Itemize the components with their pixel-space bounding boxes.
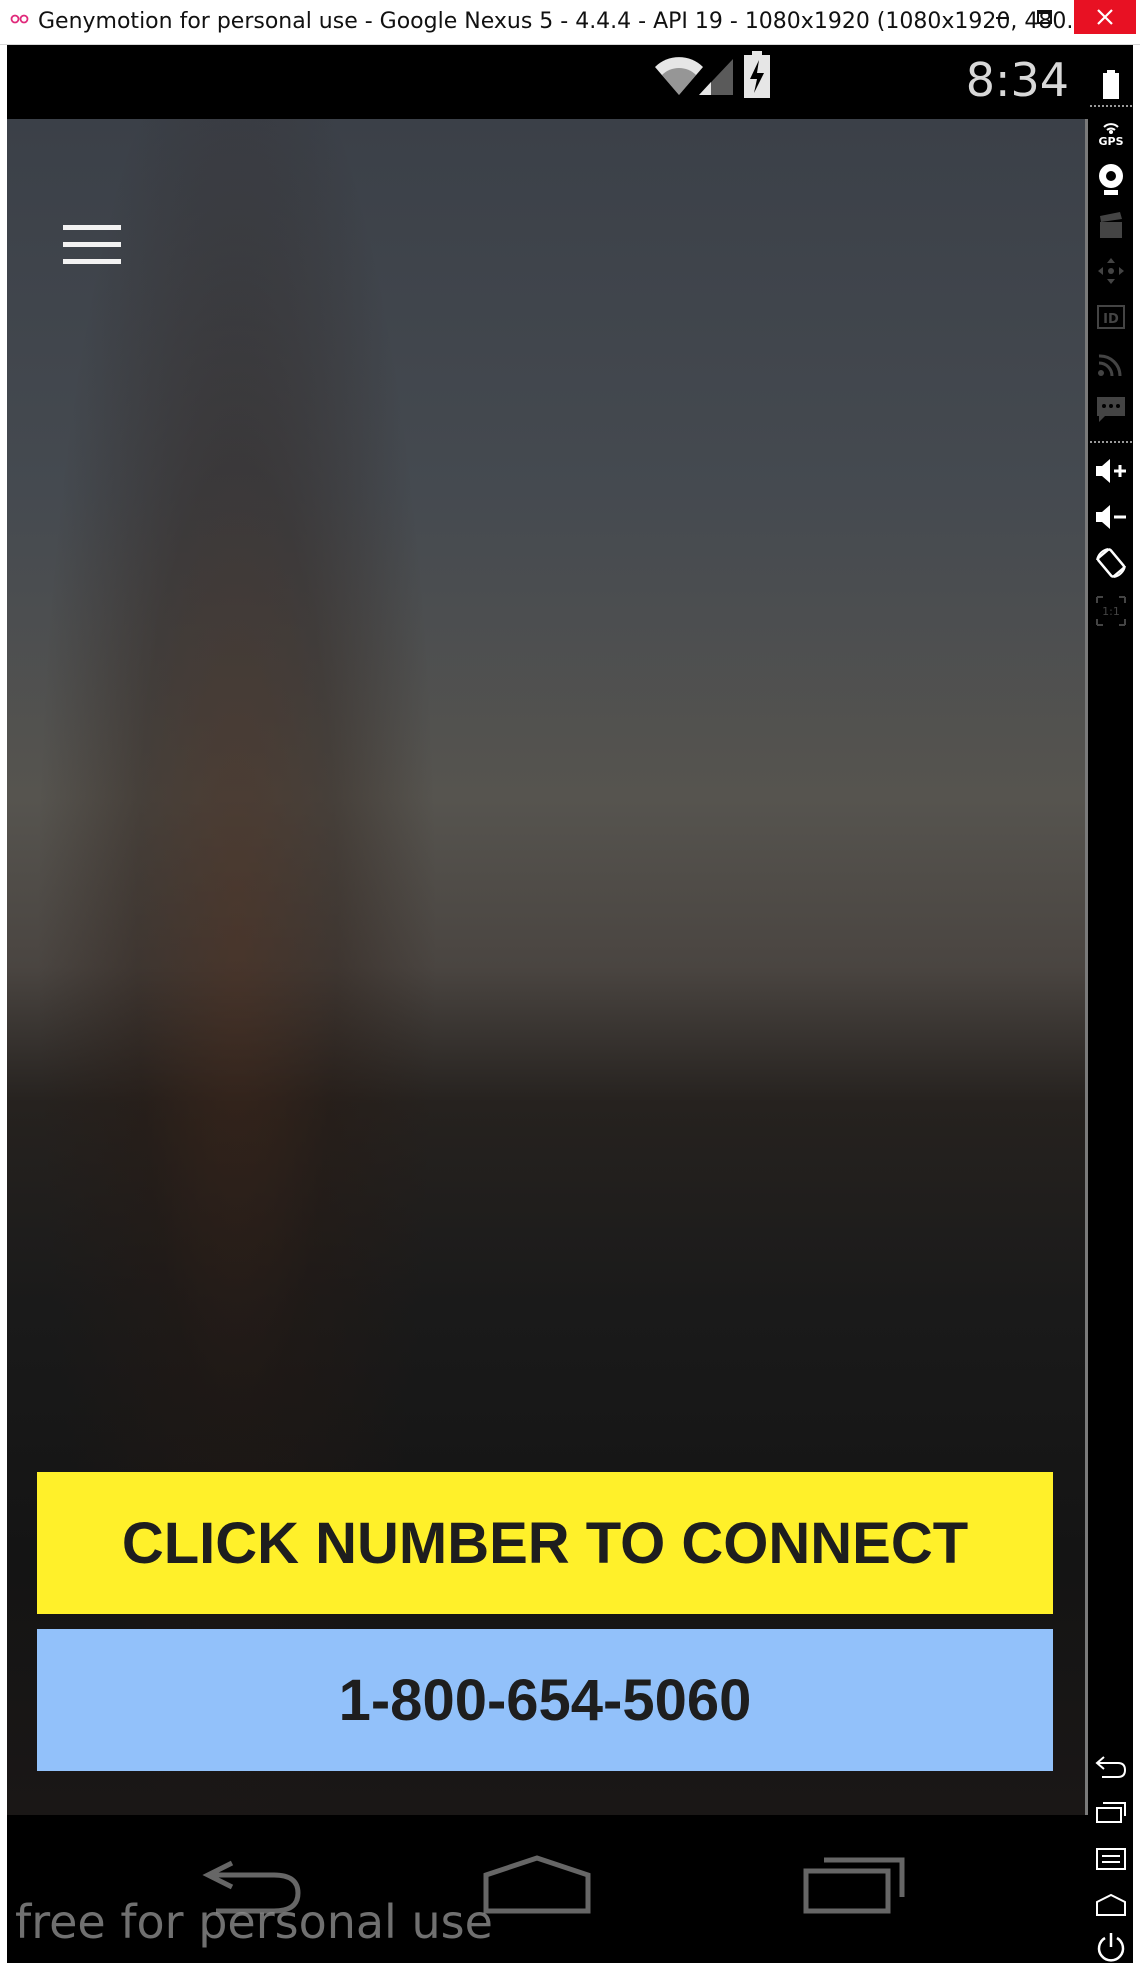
remote-control-widget-button[interactable] [1088,249,1133,293]
battery-charging-icon [744,51,770,98]
minimize-icon [996,17,1009,19]
genymotion-logo-icon [10,14,29,24]
pixel-perfect-icon: 1:1 [1095,596,1126,626]
sms-icon [1096,397,1125,422]
cta-banner: CLICK NUMBER TO CONNECT [37,1472,1053,1614]
rotate-icon [1095,548,1126,578]
volume-up-button[interactable] [1088,449,1133,493]
recent-apps-icon [803,1857,905,1914]
screencast-widget-button[interactable] [1088,203,1133,247]
emulator-side-toolbar: GPS ID 1:1 [1088,45,1133,1963]
power-button[interactable] [1088,1925,1133,1969]
gps-icon: GPS [1098,123,1123,147]
close-icon [1097,9,1113,25]
webcam-icon [1098,164,1123,195]
close-button[interactable] [1074,0,1136,34]
watermark: free for personal use [15,1895,493,1949]
side-recents-button[interactable] [1088,1791,1133,1835]
nav-recents-button[interactable] [757,1815,937,1963]
toolbar-separator [1090,441,1132,443]
volume-down-button[interactable] [1088,495,1133,539]
signal-icon [699,59,733,95]
maximize-button[interactable] [1024,0,1066,34]
network-widget-button[interactable] [1088,341,1133,385]
network-icon [1097,354,1122,377]
back-icon [1094,1756,1126,1778]
android-status-bar: 8:34 [7,45,1085,119]
power-icon [1097,1933,1124,1962]
pixel-perfect-label: 1:1 [1102,605,1120,618]
minimize-button[interactable] [982,0,1024,34]
screencast-icon [1099,212,1122,238]
side-home-button[interactable] [1088,1883,1133,1927]
home-icon [1095,1893,1126,1916]
pixel-perfect-button[interactable]: 1:1 [1088,589,1133,633]
menu-icon [1095,1848,1126,1870]
window-titlebar: Genymotion for personal use - Google Nex… [0,0,1140,45]
status-clock: 8:34 [965,53,1069,107]
volume-down-icon [1095,505,1126,529]
webcam-widget-button[interactable] [1088,157,1133,201]
side-back-button[interactable] [1088,1745,1133,1789]
toolbar-separator [1090,105,1132,107]
rotate-button[interactable] [1088,541,1133,585]
volume-up-icon [1095,459,1126,483]
battery-widget-button[interactable] [1088,63,1133,107]
device-id-icon: ID [1096,305,1125,329]
remote-control-icon [1097,258,1124,284]
device-id-label: ID [1103,312,1119,327]
sms-widget-button[interactable] [1088,387,1133,431]
gps-widget-button[interactable]: GPS [1088,109,1133,153]
window-title: Genymotion for personal use - Google Nex… [38,9,1088,34]
home-icon [483,1855,591,1914]
hamburger-menu-icon[interactable] [63,225,121,267]
battery-icon [1102,70,1119,99]
device-id-widget-button[interactable]: ID [1088,295,1133,339]
gps-label: GPS [1098,135,1123,147]
side-menu-button[interactable] [1088,1837,1133,1881]
phone-number-button[interactable]: 1-800-654-5060 [37,1629,1053,1771]
device-frame: 8:34 CLICK NUMBER TO CONNECT 1-800-654-5… [7,45,1133,1963]
maximize-icon [1037,10,1052,24]
recent-apps-icon [1095,1802,1126,1823]
